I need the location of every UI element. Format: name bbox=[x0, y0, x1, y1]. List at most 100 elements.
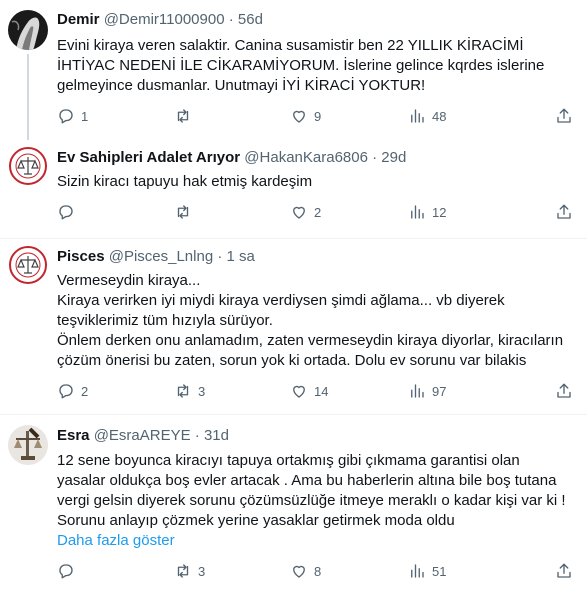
thread-connector bbox=[27, 54, 29, 140]
tweet-text: Evini kiraya veren salaktir. Canina susa… bbox=[57, 36, 577, 96]
retweet-icon bbox=[177, 205, 189, 219]
share-icon bbox=[557, 108, 571, 123]
share-button[interactable] bbox=[555, 202, 573, 222]
display-name[interactable]: Demir bbox=[57, 11, 100, 28]
views-icon bbox=[411, 205, 424, 219]
heart-icon bbox=[293, 206, 305, 219]
retweet-button[interactable] bbox=[174, 202, 198, 222]
views-button[interactable]: 12 bbox=[408, 202, 446, 222]
avatar[interactable] bbox=[8, 425, 48, 465]
timestamp[interactable]: 29d bbox=[381, 149, 406, 166]
timestamp[interactable]: 31d bbox=[204, 427, 229, 444]
retweet-count: 3 bbox=[198, 383, 206, 399]
retweet-icon bbox=[177, 564, 189, 578]
reply-count: 2 bbox=[81, 383, 89, 399]
retweet-button[interactable]: 3 bbox=[174, 381, 205, 401]
tweet-line: 12 sene boyunca kiracıyı tapuya ortakmış… bbox=[57, 452, 520, 469]
display-name[interactable]: Ev Sahipleri Adalet Arıyor bbox=[57, 149, 240, 166]
reply-icon bbox=[59, 205, 73, 220]
action-bar: 2 3 14 97 bbox=[57, 381, 577, 401]
tweet-line: Vermeseydin kiraya... bbox=[57, 272, 201, 289]
reply-icon bbox=[59, 384, 73, 399]
reply-button[interactable]: 2 bbox=[57, 381, 88, 401]
reply-count: 1 bbox=[81, 108, 89, 124]
tweet-line: Önlem derken onu anlamadım, zaten vermes… bbox=[57, 332, 564, 349]
views-button[interactable]: 97 bbox=[408, 381, 446, 401]
views-count: 48 bbox=[432, 108, 447, 124]
share-button[interactable] bbox=[555, 561, 573, 581]
reply-button[interactable] bbox=[57, 561, 81, 581]
tweet-demir[interactable]: Demir @Demir11000900 · 56d Evini kiraya … bbox=[0, 0, 587, 140]
separator: · bbox=[372, 149, 378, 166]
heart-icon bbox=[293, 385, 305, 398]
heart-icon bbox=[293, 565, 305, 578]
reply-icon bbox=[59, 564, 73, 579]
action-bar: 2 12 bbox=[57, 202, 577, 222]
tweet-line: Kiraya verirken iyi miydi kiraya verdiys… bbox=[57, 292, 505, 309]
reply-button[interactable]: 1 bbox=[57, 106, 88, 126]
avatar[interactable] bbox=[8, 10, 48, 50]
retweet-button[interactable]: 3 bbox=[174, 561, 205, 581]
like-count: 14 bbox=[314, 383, 329, 399]
tweet-header: Ev Sahipleri Adalet Arıyor @HakanKara680… bbox=[57, 148, 406, 168]
like-button[interactable]: 9 bbox=[290, 106, 321, 126]
views-count: 51 bbox=[432, 563, 447, 579]
retweet-count: 3 bbox=[198, 563, 206, 579]
timestamp[interactable]: 56d bbox=[238, 11, 263, 28]
views-icon bbox=[411, 109, 424, 123]
tweet-line: Sizin kiracı tapuyu hak etmiş kardeşim bbox=[57, 173, 313, 190]
handle[interactable]: @EsraAREYE bbox=[94, 427, 191, 444]
retweet-button[interactable] bbox=[174, 106, 198, 126]
avatar[interactable] bbox=[8, 146, 48, 186]
tweet-line: vergi gelsin diyerek sorunu çözümsüzlüğe… bbox=[57, 492, 566, 509]
retweet-icon bbox=[177, 109, 189, 123]
avatar[interactable] bbox=[8, 245, 48, 285]
share-icon bbox=[557, 383, 571, 398]
views-button[interactable]: 48 bbox=[408, 106, 446, 126]
tweet-header: Esra @EsraAREYE · 31d bbox=[57, 426, 229, 446]
share-icon bbox=[557, 204, 571, 219]
heart-icon bbox=[293, 110, 305, 123]
handle[interactable]: @HakanKara6806 bbox=[244, 149, 368, 166]
tweet-line: çözüm önerisi bu zaten, sorun yok ki ort… bbox=[57, 352, 527, 369]
tweet-text: Sizin kiracı tapuyu hak etmiş kardeşim bbox=[57, 172, 577, 192]
show-more-link[interactable]: Daha fazla göster bbox=[57, 531, 577, 551]
action-bar: 1 9 48 bbox=[57, 106, 577, 126]
tweet-esra[interactable]: Esra @EsraAREYE · 31d 12 sene boyunca ki… bbox=[0, 415, 587, 591]
display-name[interactable]: Esra bbox=[57, 427, 90, 444]
like-count: 8 bbox=[314, 563, 322, 579]
separator: · bbox=[194, 427, 200, 444]
like-button[interactable]: 2 bbox=[290, 202, 321, 222]
share-button[interactable] bbox=[555, 381, 573, 401]
views-button[interactable]: 51 bbox=[408, 561, 446, 581]
retweet-icon bbox=[177, 384, 189, 398]
like-count: 2 bbox=[314, 204, 322, 220]
handle[interactable]: @Demir11000900 bbox=[104, 11, 225, 28]
timestamp[interactable]: 1 sa bbox=[227, 248, 255, 265]
views-count: 12 bbox=[432, 204, 447, 220]
tweet-ev-sahipleri[interactable]: Ev Sahipleri Adalet Arıyor @HakanKara680… bbox=[0, 140, 587, 238]
tweet-line: gelmeyince dusmanlar. Unutmayi İYİ KİRAC… bbox=[57, 77, 426, 94]
views-icon bbox=[411, 384, 424, 398]
like-button[interactable]: 8 bbox=[290, 561, 321, 581]
views-count: 97 bbox=[432, 383, 447, 399]
display-name[interactable]: Pisces bbox=[57, 248, 105, 265]
tweet-header: Pisces @Pisces_Lnlng · 1 sa bbox=[57, 247, 255, 267]
tweet-line: Sorunu anlayıp çözmek yerine yasaklar ge… bbox=[57, 512, 455, 529]
separator: · bbox=[228, 11, 234, 28]
tweet-text: 12 sene boyunca kiracıyı tapuya ortakmış… bbox=[57, 451, 577, 551]
tweet-line: teşviklerimiz tüm hızıyla sürüyor. bbox=[57, 312, 273, 329]
handle[interactable]: @Pisces_Lnlng bbox=[109, 248, 213, 265]
separator: · bbox=[217, 248, 223, 265]
tweet-pisces[interactable]: Pisces @Pisces_Lnlng · 1 sa Vermeseydin … bbox=[0, 239, 587, 413]
like-count: 9 bbox=[314, 108, 322, 124]
share-icon bbox=[557, 563, 571, 578]
reply-button[interactable] bbox=[57, 202, 81, 222]
reply-icon bbox=[59, 109, 73, 124]
views-icon bbox=[411, 564, 424, 578]
tweet-text: Vermeseydin kiraya... Kiraya verirken iy… bbox=[57, 271, 577, 371]
share-button[interactable] bbox=[555, 106, 573, 126]
tweet-header: Demir @Demir11000900 · 56d bbox=[57, 10, 263, 30]
tweet-line: Evini kiraya veren salaktir. Canina susa… bbox=[57, 37, 524, 54]
like-button[interactable]: 14 bbox=[290, 381, 328, 401]
